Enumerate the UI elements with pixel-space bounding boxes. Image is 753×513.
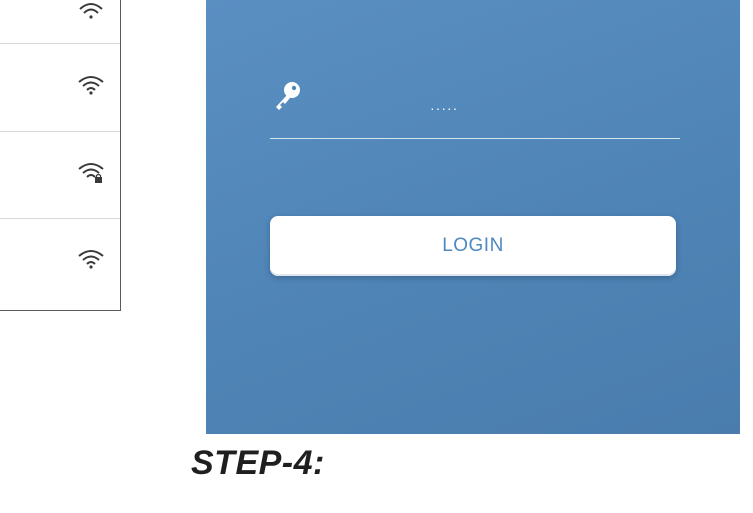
password-value: ····· (430, 100, 459, 116)
wifi-icon (78, 75, 104, 95)
wifi-network-row[interactable] (0, 44, 120, 132)
key-icon (272, 80, 302, 117)
login-button-label: LOGIN (442, 235, 504, 256)
step-caption: STEP-4: (191, 444, 325, 482)
wifi-network-list (0, 0, 121, 311)
wifi-icon (78, 249, 104, 269)
login-button[interactable]: LOGIN (270, 216, 676, 276)
wifi-icon (78, 0, 104, 20)
password-field[interactable]: ····· (270, 82, 680, 139)
wifi-lock-icon (78, 162, 104, 184)
wifi-network-row[interactable] (0, 218, 120, 305)
wifi-network-row[interactable] (0, 0, 120, 44)
wifi-network-row[interactable] (0, 131, 120, 219)
login-screen: ····· LOGIN (206, 0, 740, 434)
